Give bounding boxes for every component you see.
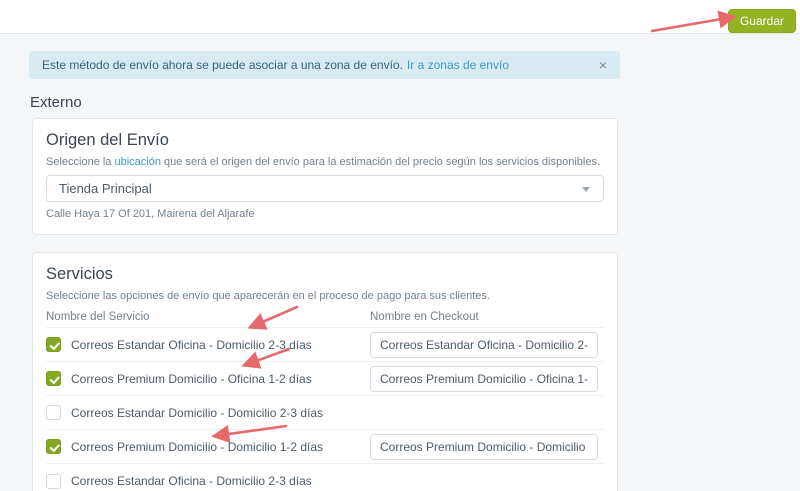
service-checkbox[interactable] — [46, 439, 61, 454]
column-header-checkout-name: Nombre en Checkout — [370, 311, 598, 323]
origin-card-description: Seleccione la ubicación que será el orig… — [46, 156, 604, 168]
service-checkbox[interactable] — [46, 371, 61, 386]
origin-location-select[interactable]: Tienda Principal — [46, 175, 604, 202]
service-row-left: Correos Estandar Oficina - Domicilio 2-3… — [46, 337, 370, 352]
column-header-service-name: Nombre del Servicio — [46, 311, 370, 323]
save-button[interactable]: Guardar — [728, 9, 796, 33]
section-title-externo: Externo — [30, 94, 800, 111]
services-card-title: Servicios — [46, 265, 604, 284]
service-row: Correos Estandar Domicilio - Domicilio 2… — [46, 396, 604, 430]
service-rows: Correos Estandar Oficina - Domicilio 2-3… — [46, 328, 604, 491]
service-row: Correos Estandar Oficina - Domicilio 2-3… — [46, 464, 604, 491]
service-label: Correos Estandar Oficina - Domicilio 2-3… — [71, 474, 312, 488]
service-label: Correos Estandar Domicilio - Domicilio 2… — [71, 406, 323, 420]
service-row-left: Correos Estandar Domicilio - Domicilio 2… — [46, 405, 604, 420]
origin-location-selected-value: Tienda Principal — [59, 181, 152, 196]
info-banner: Este método de envío ahora se puede asoc… — [29, 51, 620, 79]
service-checkbox[interactable] — [46, 474, 61, 489]
services-column-headers: Nombre del Servicio Nombre en Checkout — [46, 307, 604, 328]
checkout-name-input[interactable] — [370, 434, 598, 460]
service-checkbox[interactable] — [46, 337, 61, 352]
service-row-left: Correos Premium Domicilio - Oficina 1-2 … — [46, 371, 370, 386]
service-checkbox[interactable] — [46, 405, 61, 420]
chevron-down-icon — [582, 187, 590, 192]
banner-message: Este método de envío ahora se puede asoc… — [42, 58, 403, 72]
service-row: Correos Premium Domicilio - Domicilio 1-… — [46, 430, 604, 464]
origin-desc-suffix: que será el origen del envío para la est… — [161, 156, 600, 168]
services-card: Servicios Seleccione las opciones de env… — [32, 252, 618, 491]
origin-card-title: Origen del Envío — [46, 131, 604, 150]
origin-desc-prefix: Seleccione la — [46, 156, 115, 168]
page-content: Este método de envío ahora se puede asoc… — [0, 34, 800, 491]
close-icon[interactable]: × — [599, 58, 607, 72]
service-label: Correos Premium Domicilio - Oficina 1-2 … — [71, 372, 312, 386]
go-to-shipping-zones-link[interactable]: Ir a zonas de envío — [407, 58, 509, 72]
checkout-name-input[interactable] — [370, 332, 598, 358]
top-toolbar: Guardar — [0, 0, 800, 34]
service-row-left: Correos Estandar Oficina - Domicilio 2-3… — [46, 474, 604, 489]
service-row: Correos Estandar Oficina - Domicilio 2-3… — [46, 328, 604, 362]
origin-address: Calle Haya 17 Of 201, Mairena del Aljara… — [46, 208, 604, 220]
service-row: Correos Premium Domicilio - Oficina 1-2 … — [46, 362, 604, 396]
ubicacion-link[interactable]: ubicación — [115, 156, 161, 168]
checkout-name-input[interactable] — [370, 366, 598, 392]
service-label: Correos Premium Domicilio - Domicilio 1-… — [71, 440, 323, 454]
service-row-left: Correos Premium Domicilio - Domicilio 1-… — [46, 439, 370, 454]
service-label: Correos Estandar Oficina - Domicilio 2-3… — [71, 338, 312, 352]
origin-card: Origen del Envío Seleccione la ubicación… — [32, 118, 618, 235]
services-card-description: Seleccione las opciones de envío que apa… — [46, 290, 604, 302]
